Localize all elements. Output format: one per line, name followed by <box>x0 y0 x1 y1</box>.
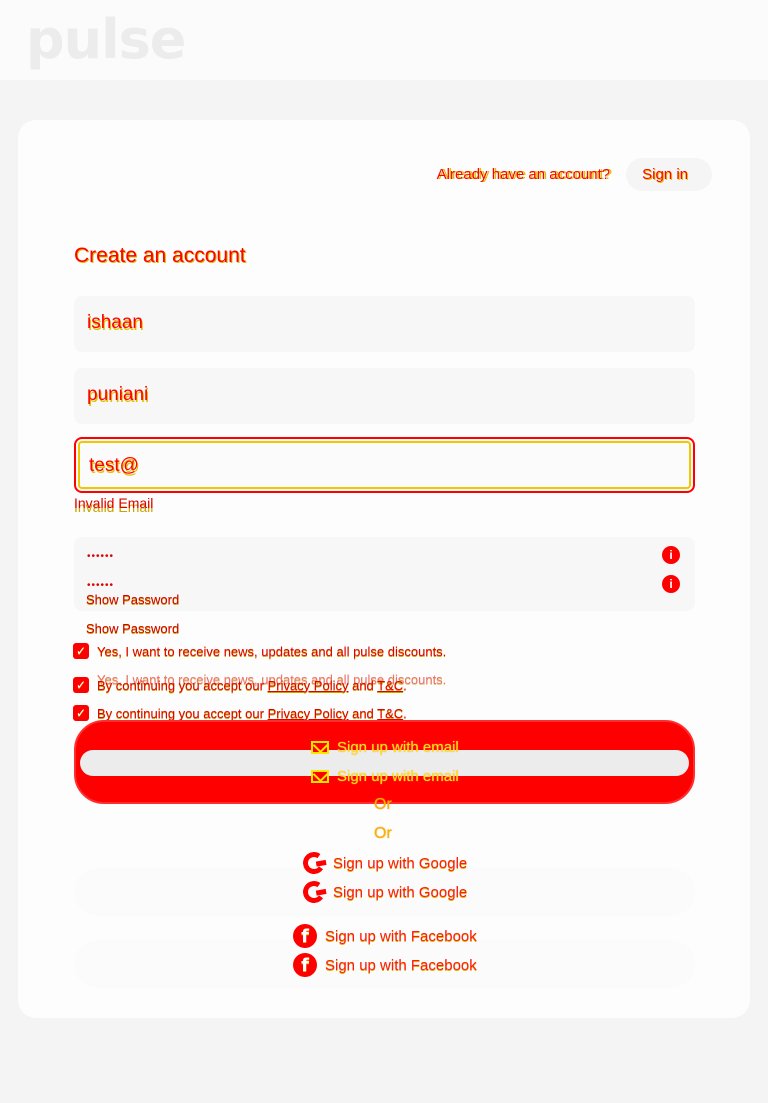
tc-link[interactable]: T&C <box>377 678 403 693</box>
top-bar: pulse <box>0 0 768 80</box>
terms-checkbox-row[interactable]: ✓ By continuing you accept our Privacy P… <box>73 677 407 693</box>
facebook-icon: f <box>293 953 317 977</box>
signin-button[interactable]: Sign in <box>626 157 712 191</box>
tc-link[interactable]: T&C <box>377 706 403 721</box>
signup-email-label-row[interactable]: Sign up with email <box>311 739 459 756</box>
google-label-row[interactable]: Sign up with Google <box>301 850 468 876</box>
news-opt-in-label: Yes, I want to receive news, updates and… <box>97 643 447 659</box>
signup-google-label: Sign up with Google <box>333 854 468 872</box>
mail-icon <box>311 770 329 783</box>
first-name-field[interactable]: ishaan <box>74 296 695 352</box>
signup-facebook-label-echo: Sign up with Facebook <box>325 956 477 974</box>
last-name-field[interactable]: puniani <box>74 368 695 424</box>
pulse-logo[interactable]: pulse <box>26 8 186 71</box>
google-icon <box>301 879 327 905</box>
info-icon[interactable]: i <box>662 546 680 564</box>
password-mask-echo: •••••• <box>87 580 115 591</box>
already-have-account-text: Already have an account? <box>436 165 611 183</box>
facebook-label-row-echo[interactable]: f Sign up with Facebook <box>293 953 477 977</box>
terms-label-echo: By continuing you accept our Privacy Pol… <box>97 705 407 721</box>
signup-email-label-row-echo[interactable]: Sign up with email <box>311 768 459 785</box>
show-password-toggle-echo[interactable]: Show Password <box>86 621 179 636</box>
mail-icon <box>311 741 329 754</box>
or-divider-echo: Or <box>374 825 392 842</box>
google-label-row-echo[interactable]: Sign up with Google <box>301 879 468 905</box>
signup-google-label-echo: Sign up with Google <box>333 883 468 901</box>
show-password-toggle[interactable]: Show Password <box>86 592 179 607</box>
checkbox-checked-icon[interactable]: ✓ <box>73 643 89 659</box>
terms-checkbox-row-echo[interactable]: ✓ By continuing you accept our Privacy P… <box>73 705 407 721</box>
privacy-policy-link[interactable]: Privacy Policy <box>268 678 349 693</box>
or-divider: Or <box>374 796 392 813</box>
email-error-message: Invalid Email <box>74 495 154 511</box>
email-field[interactable]: test@ <box>74 437 695 493</box>
signin-row: Already have an account? Sign in <box>437 157 712 191</box>
checkbox-checked-icon[interactable]: ✓ <box>73 705 89 721</box>
signup-email-label-echo: Sign up with email <box>337 768 459 785</box>
checkbox-checked-icon[interactable]: ✓ <box>73 677 89 693</box>
signup-email-label: Sign up with email <box>337 739 459 756</box>
signup-facebook-label: Sign up with Facebook <box>325 927 477 945</box>
terms-label: By continuing you accept our Privacy Pol… <box>97 677 407 693</box>
google-icon <box>301 850 327 876</box>
signup-email-button[interactable] <box>74 720 695 804</box>
page-title: Create an account <box>74 244 246 267</box>
password-mask: •••••• <box>87 551 115 562</box>
facebook-label-row[interactable]: f Sign up with Facebook <box>293 924 477 948</box>
privacy-policy-link[interactable]: Privacy Policy <box>268 706 349 721</box>
news-opt-in-checkbox-row[interactable]: ✓ Yes, I want to receive news, updates a… <box>73 643 446 659</box>
facebook-icon: f <box>293 924 317 948</box>
info-icon[interactable]: i <box>662 575 680 593</box>
